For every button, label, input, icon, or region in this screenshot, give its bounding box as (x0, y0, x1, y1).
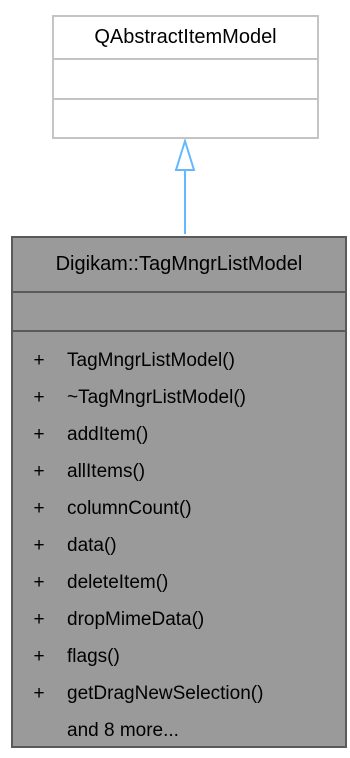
operation-row-more: and 8 more... (13, 712, 345, 749)
base-class-box: QAbstractItemModel (52, 15, 319, 139)
operation-row: + ~TagMngrListModel() (13, 379, 345, 416)
operation-row: + TagMngrListModel() (13, 342, 345, 379)
base-class-operations (54, 100, 317, 138)
operation-row: + deleteItem() (13, 564, 345, 601)
operation-name: TagMngrListModel() (67, 350, 235, 371)
derived-class-name: Digikam::TagMngrListModel (13, 238, 345, 293)
operation-name: getDragNewSelection() (67, 683, 264, 704)
operation-name: columnCount() (67, 498, 192, 519)
operation-visibility: + (33, 424, 45, 445)
derived-class-operations: + TagMngrListModel() + ~TagMngrListModel… (13, 332, 345, 749)
operation-visibility: + (33, 498, 45, 519)
operation-row: + flags() (13, 638, 345, 675)
operation-name: dropMimeData() (67, 609, 205, 630)
operation-name: data() (67, 535, 117, 556)
operation-row: + columnCount() (13, 490, 345, 527)
operation-name: addItem() (67, 424, 149, 445)
operation-name: deleteItem() (67, 572, 169, 593)
derived-class-box: Digikam::TagMngrListModel + TagMngrListM… (11, 236, 347, 748)
operation-name: ~TagMngrListModel() (67, 387, 246, 408)
operation-visibility: + (33, 535, 45, 556)
operation-visibility: + (33, 572, 45, 593)
derived-class-attributes (13, 293, 345, 332)
operation-name: flags() (67, 646, 120, 667)
operation-row: + dropMimeData() (13, 601, 345, 638)
operation-name: allItems() (67, 461, 146, 482)
base-class-name: QAbstractItemModel (54, 17, 317, 60)
inheritance-arrowhead (174, 137, 196, 171)
operation-visibility: + (33, 646, 45, 667)
operation-visibility: + (33, 350, 45, 371)
operation-row: + allItems() (13, 453, 345, 490)
operation-name: and 8 more... (67, 720, 179, 741)
operation-row: + data() (13, 527, 345, 564)
base-class-attributes (54, 60, 317, 100)
operation-visibility: + (33, 683, 45, 704)
operation-visibility: + (33, 609, 45, 630)
operation-row: + getDragNewSelection() (13, 675, 345, 712)
operation-visibility: + (33, 461, 45, 482)
operation-visibility: + (33, 387, 45, 408)
operation-row: + addItem() (13, 416, 345, 453)
